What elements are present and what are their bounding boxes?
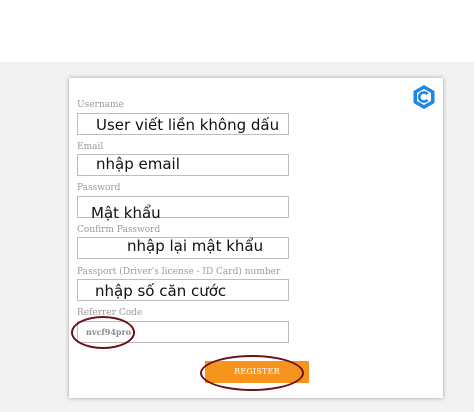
username-label: Username: [77, 100, 124, 110]
hexagon-c-logo-icon: [413, 85, 435, 109]
password-label: Password: [77, 183, 121, 193]
confirm-password-label: Confirm Password: [77, 225, 161, 235]
passport-value: nhập số căn cước: [95, 282, 227, 300]
register-form-card: Username User viết liền không dấu Email …: [69, 78, 443, 398]
passport-label: Passport (Driver's license - ID Card) nu…: [77, 267, 281, 277]
username-value: User viết liền không dấu: [96, 116, 280, 134]
confirm-password-value: nhập lại mật khẩu: [127, 237, 264, 255]
register-highlight-oval: [200, 355, 304, 391]
password-value: Mật khẩu: [91, 204, 161, 222]
email-value: nhập email: [96, 155, 180, 173]
referrer-highlight-oval: [71, 316, 135, 349]
email-label: Email: [77, 142, 104, 152]
